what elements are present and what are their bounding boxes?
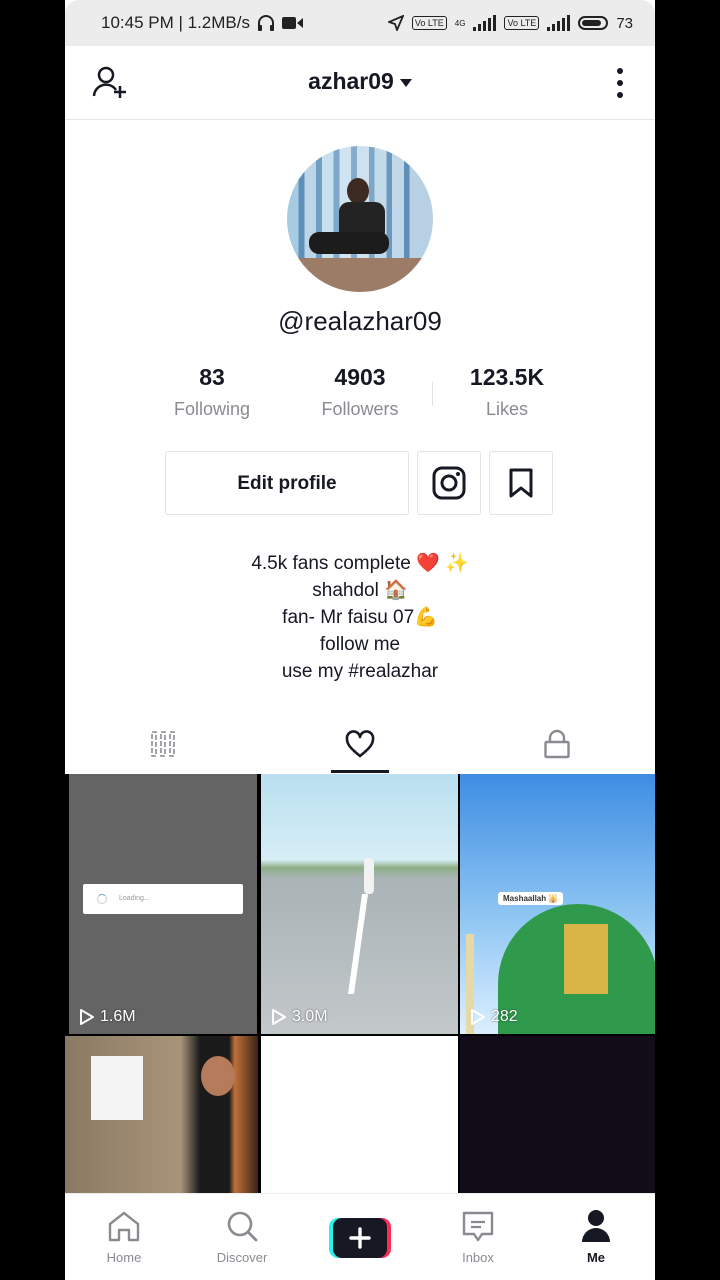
stat-value: 83 [199,364,225,390]
create-video-button[interactable] [329,1218,391,1258]
bio-line[interactable]: use my #realazhar [65,658,655,685]
profile-handle: @realazhar09 [278,306,442,336]
nav-label: Me [586,1250,606,1265]
search-icon [227,1211,258,1242]
volte-badge: Vo LTE [411,16,447,30]
play-icon [272,1009,286,1025]
home-icon [108,1211,140,1242]
status-bar: 10:45 PM | 1.2MB/s Vo LTE 4G Vo LTE 73 [65,0,655,46]
view-count: 282 [470,1008,518,1026]
video-thumbnail[interactable] [460,1036,655,1194]
heart-icon [345,730,375,758]
active-tab-indicator [331,770,389,773]
profile-bio: 4.5k fans complete ❤️ ✨ shahdol 🏠 fan- M… [65,550,655,685]
tab-private[interactable] [459,714,655,774]
video-thumbnail[interactable]: Mashaallah 🕌 282 [460,774,655,1034]
bio-line: fan- Mr faisu 07💪 [282,607,438,628]
app-screen: 10:45 PM | 1.2MB/s Vo LTE 4G Vo LTE 73 a… [65,0,655,1280]
avatar[interactable] [287,146,433,292]
bio-line: 4.5k fans complete ❤️ ✨ [251,553,469,574]
nav-label: Inbox [462,1250,494,1265]
lock-icon [544,729,570,759]
tab-videos[interactable] [65,714,261,774]
profile-stats: 83 Following 4903 Followers 123.5K Likes [165,364,555,424]
stat-followers[interactable]: 4903 Followers [295,364,425,420]
view-count: 3.0M [271,1008,328,1026]
status-time: 10:45 PM | 1.2MB/s [101,13,250,32]
edit-profile-button[interactable]: Edit profile [165,451,409,515]
nav-me[interactable]: Me [551,1208,641,1265]
nav-inbox[interactable]: Inbox [433,1208,523,1265]
account-username: azhar09 [308,68,394,94]
loading-overlay: Loading... [83,884,243,914]
stat-likes[interactable]: 123.5K Likes [442,364,572,420]
headphones-icon [257,15,274,31]
nav-discover[interactable]: Discover [197,1208,287,1265]
nav-label: Home [106,1250,142,1265]
location-arrow-icon [387,15,404,31]
bottom-nav: Home Discover Inbox Me [65,1193,655,1280]
bookmark-icon [509,468,533,498]
caption-overlay: Mashaallah 🕌 [498,892,564,905]
more-vertical-icon[interactable] [615,66,625,100]
battery-icon [578,16,609,30]
play-icon [80,1009,94,1025]
bio-line: follow me [319,634,401,655]
chevron-down-icon [399,78,412,87]
play-icon [471,1009,485,1025]
view-count-text: 3.0M [292,1008,328,1025]
favorites-button[interactable] [489,451,553,515]
stat-label: Followers [321,399,399,419]
tab-liked[interactable] [262,714,458,774]
video-thumbnail[interactable] [65,1036,258,1194]
volte-badge-2: Vo LTE [504,16,540,30]
stat-following[interactable]: 83 Following [147,364,277,420]
account-switcher[interactable]: azhar09 [65,68,655,95]
view-count-text: 282 [491,1008,518,1025]
grid-icon [151,731,175,757]
view-count: 1.6M [79,1008,136,1026]
plus-icon [349,1227,371,1249]
nav-home[interactable]: Home [79,1208,169,1265]
profile-icon [582,1210,610,1242]
stat-label: Following [173,399,251,419]
view-count-text: 1.6M [100,1008,136,1025]
instagram-icon [432,466,466,500]
instagram-button[interactable] [417,451,481,515]
video-thumbnail[interactable] [261,1036,458,1194]
video-grid: Loading... 1.6M 3.0M Mashaallah 🕌 282 [65,774,655,1194]
inbox-icon [462,1211,494,1242]
nav-label: Discover [216,1250,268,1265]
signal-icon [473,15,497,31]
stat-value: 123.5K [469,364,545,390]
video-record-icon [281,17,303,29]
divider [432,382,433,406]
profile-tabs [65,714,655,775]
stat-value: 4903 [334,364,386,390]
video-thumbnail[interactable]: Loading... 1.6M [69,774,257,1034]
network-type: 4G [454,18,466,28]
bio-line: shahdol 🏠 [312,580,408,601]
signal-icon-2 [547,15,571,31]
video-thumbnail[interactable]: 3.0M [261,774,458,1034]
stat-label: Likes [485,399,529,419]
battery-percent: 73 [616,14,633,32]
profile-header: azhar09 [65,46,655,120]
